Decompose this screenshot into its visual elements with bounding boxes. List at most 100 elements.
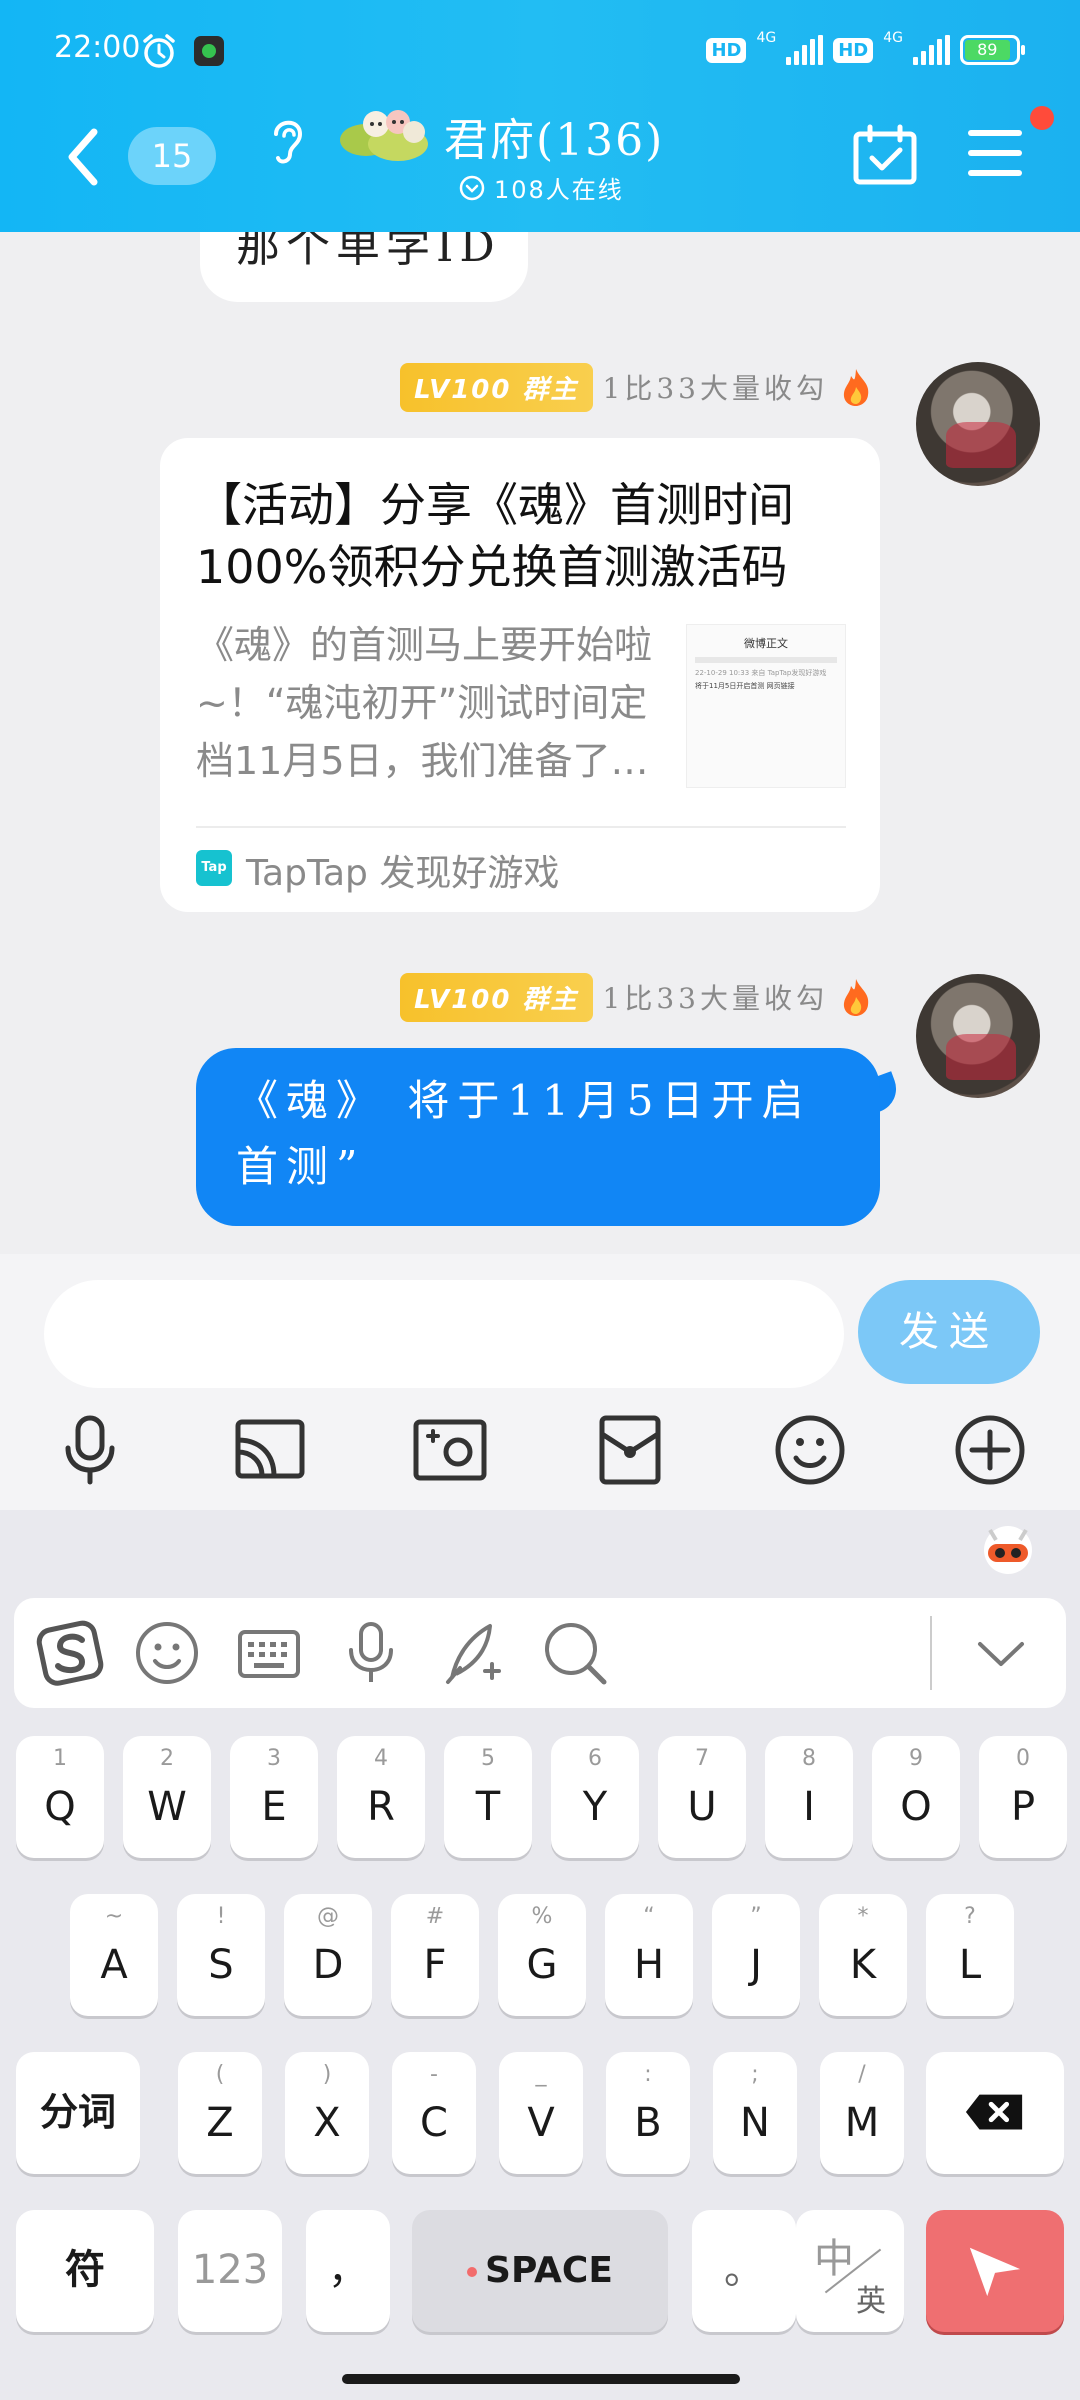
key-d[interactable]: @ D <box>284 1894 372 2016</box>
comma-key[interactable]: ， <box>306 2210 390 2332</box>
key-hint: 3 <box>267 1746 281 1771</box>
key-b[interactable]: :B <box>606 2052 690 2174</box>
key-label: T <box>475 1784 501 1830</box>
sender-name[interactable]: 1比33大量收勾 <box>603 367 828 407</box>
key-k[interactable]: * K <box>819 1894 907 2016</box>
shared-link-card[interactable]: 【活动】分享《魂》首测时间 100%领积分兑换首测激活码 《魂》的首测马上要开始… <box>160 438 880 912</box>
status-indicators: HD 4G HD 4G 89 <box>706 30 1025 70</box>
emoji-icon[interactable] <box>772 1412 848 1488</box>
collapse-keyboard-icon[interactable] <box>966 1618 1036 1688</box>
unread-count-badge[interactable]: 15 <box>128 127 216 185</box>
sender-name-2[interactable]: 1比33大量收勾 <box>603 977 828 1017</box>
key-z[interactable]: (Z <box>178 2052 262 2174</box>
online-count: 108人在线 <box>494 176 624 204</box>
key-q[interactable]: 1Q <box>16 1736 104 1858</box>
key-f[interactable]: # F <box>391 1894 479 2016</box>
back-button[interactable] <box>58 122 108 192</box>
card-divider <box>196 826 846 828</box>
send-button[interactable]: 发送 <box>858 1280 1040 1384</box>
key-label: E <box>261 1784 287 1830</box>
key-hint: “ <box>643 1904 655 1929</box>
message-input[interactable] <box>44 1280 844 1388</box>
gesture-nav-bar[interactable] <box>342 2374 740 2384</box>
key-x[interactable]: ) X <box>285 2052 369 2174</box>
sender-avatar-2[interactable] <box>916 974 1040 1098</box>
key-hint: 7 <box>695 1746 709 1771</box>
backspace-icon <box>965 2094 1023 2130</box>
space-key[interactable]: SPACE <box>412 2210 668 2332</box>
key-label: U <box>687 1784 717 1830</box>
key-e[interactable]: 3E <box>230 1736 318 1858</box>
key-hint: ~ <box>104 1904 124 1929</box>
key-p[interactable]: 0P <box>979 1736 1067 1858</box>
key-label: D <box>312 1942 344 1988</box>
voice-icon[interactable] <box>336 1618 406 1688</box>
key-g[interactable]: % G <box>498 1894 586 2016</box>
key-hint: ! <box>216 1904 226 1929</box>
thumbnail-line: 将于11月5日开启首测 网页链接 <box>695 682 795 690</box>
search-icon[interactable] <box>540 1618 610 1688</box>
key-label: V <box>527 2100 555 2146</box>
menu-icon[interactable] <box>966 126 1024 180</box>
key-r[interactable]: 4R <box>337 1736 425 1858</box>
group-title[interactable]: 君府(136) <box>444 104 664 168</box>
sender-avatar[interactable] <box>916 362 1040 486</box>
key-w[interactable]: 2W <box>123 1736 211 1858</box>
enter-key[interactable] <box>926 2210 1064 2332</box>
key-label: S <box>208 1942 234 1988</box>
toolbar-separator <box>930 1616 932 1690</box>
ear-icon[interactable] <box>266 112 310 168</box>
microphone-icon[interactable] <box>52 1412 128 1488</box>
key-label: G <box>526 1942 558 1988</box>
emoji-icon[interactable] <box>132 1618 202 1688</box>
period-key[interactable]: 。 <box>692 2210 796 2332</box>
key-l[interactable]: ? L <box>926 1894 1014 2016</box>
chat-message-list[interactable]: 那个单学ID LV100 群主 1比33大量收勾 【活动】分享《魂》首测时间 1… <box>0 232 1080 1254</box>
red-packet-icon[interactable] <box>592 1412 668 1488</box>
card-title: 【活动】分享《魂》首测时间 100%领积分兑换首测激活码 <box>196 478 794 594</box>
signal-icon <box>786 35 824 65</box>
numeric-key-label: 123 <box>191 2247 269 2293</box>
symbol-key[interactable]: 符 <box>16 2210 154 2332</box>
photo-icon[interactable] <box>412 1412 488 1488</box>
key-s[interactable]: ! S <box>177 1894 265 2016</box>
plus-icon[interactable] <box>952 1412 1028 1488</box>
soft-keyboard: 1Q2W3E4R5T6Y7U8I9O0P ~ A! S @ D # F% G “H” J * K? L … <box>0 1510 1080 2400</box>
key-hint: * <box>857 1904 869 1929</box>
keyboard-mascot-icon[interactable] <box>980 1520 1036 1576</box>
key-o[interactable]: 9O <box>872 1736 960 1858</box>
key-hint: ” <box>750 1904 762 1929</box>
key-t[interactable]: 5T <box>444 1736 532 1858</box>
key-m[interactable]: / M <box>820 2052 904 2174</box>
screen-cast-icon[interactable] <box>232 1412 308 1488</box>
key-label: M <box>844 2100 880 2146</box>
key-h[interactable]: “H <box>605 1894 693 2016</box>
key-hint: @ <box>317 1904 339 1929</box>
notification-dot <box>1030 106 1054 130</box>
key-label: X <box>313 2100 341 2146</box>
space-dot <box>467 2267 478 2277</box>
backspace-key[interactable] <box>926 2052 1064 2174</box>
key-v[interactable]: _ V <box>499 2052 583 2174</box>
calendar-check-icon[interactable] <box>852 124 918 186</box>
handwriting-icon[interactable] <box>438 1618 508 1688</box>
key-n[interactable]: ; N <box>713 2052 797 2174</box>
language-switch-key[interactable]: 中 英 <box>796 2210 904 2332</box>
segment-key[interactable]: 分词 <box>16 2052 140 2174</box>
key-y[interactable]: 6Y <box>551 1736 639 1858</box>
hd-badge: HD <box>706 37 747 63</box>
key-u[interactable]: 7U <box>658 1736 746 1858</box>
key-c[interactable]: -C <box>392 2052 476 2174</box>
key-hint: ? <box>964 1904 976 1929</box>
key-a[interactable]: ~ A <box>70 1894 158 2016</box>
numeric-key[interactable]: 123 <box>178 2210 282 2332</box>
key-i[interactable]: 8I <box>765 1736 853 1858</box>
keyboard-icon[interactable] <box>234 1618 304 1688</box>
sogou-logo-icon[interactable] <box>36 1618 106 1688</box>
key-label: K <box>849 1942 877 1988</box>
key-label: P <box>1010 1784 1036 1830</box>
key-label: F <box>423 1942 447 1988</box>
online-status[interactable]: 108人在线 <box>458 170 624 205</box>
key-j[interactable]: ” J <box>712 1894 800 2016</box>
key-hint: ) <box>322 2062 332 2087</box>
